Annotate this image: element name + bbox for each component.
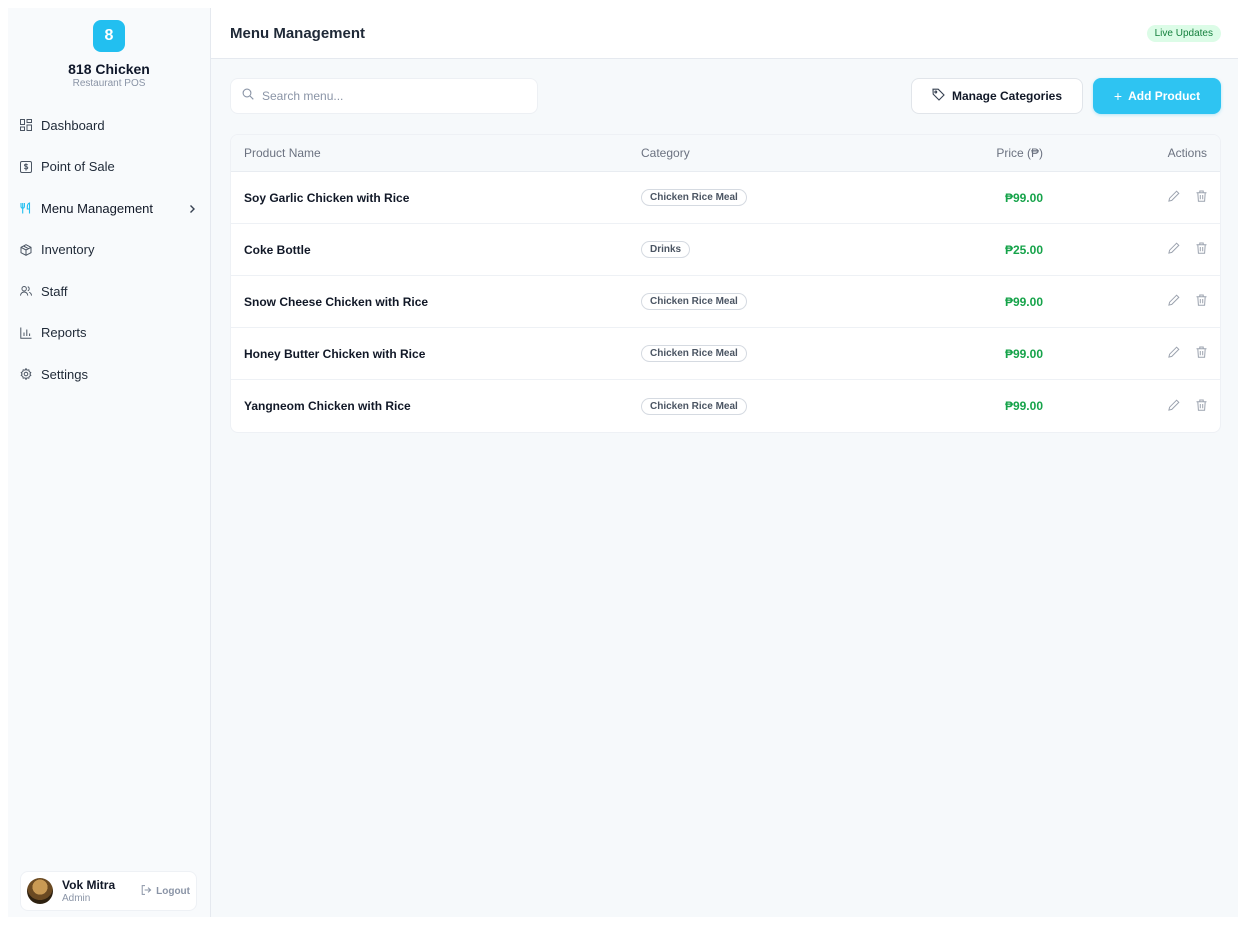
bar-chart-icon	[20, 327, 32, 339]
user-name: Vok Mitra	[62, 878, 116, 892]
sidebar-nav: Dashboard Point of Sale Menu Management	[8, 108, 210, 391]
utensils-icon	[20, 202, 32, 214]
logout-icon	[141, 884, 156, 898]
brand-logo: 8	[93, 20, 125, 52]
sidebar-item-label: Point of Sale	[41, 159, 115, 174]
logout-button[interactable]: Logout	[141, 884, 190, 898]
sidebar-item-label: Menu Management	[41, 200, 154, 216]
sidebar-item-label: Reports	[41, 325, 87, 340]
user-card: Vok Mitra Admin Logout	[20, 871, 197, 911]
manage-categories-label: Manage Categories	[951, 89, 1063, 103]
user-role: Admin	[62, 893, 91, 904]
table-row: Honey Butter Chicken with Rice Chicken R…	[231, 328, 1220, 380]
edit-icon[interactable]	[1168, 242, 1180, 254]
search-box	[230, 78, 538, 114]
product-name: Soy Garlic Chicken with Rice	[244, 190, 410, 205]
sidebar-item-menu-management[interactable]: Menu Management	[20, 191, 198, 225]
product-price: ₱99.00	[1004, 294, 1043, 309]
app-frame: 8 818 Chicken Restaurant POS Dashboard P…	[8, 8, 1238, 917]
sidebar-item-inventory[interactable]: Inventory	[20, 233, 198, 267]
trash-icon[interactable]	[1196, 242, 1207, 254]
avatar	[27, 878, 53, 904]
page-title: Menu Management	[230, 24, 366, 42]
product-name: Honey Butter Chicken with Rice	[244, 346, 426, 361]
table-row: Snow Cheese Chicken with Rice Chicken Ri…	[231, 276, 1220, 328]
products-table: Product Name Category Price (₱) Actions …	[230, 134, 1221, 433]
sidebar-item-label: Inventory	[41, 242, 95, 257]
table-row: Yangneom Chicken with Rice Chicken Rice …	[231, 380, 1220, 432]
trash-icon[interactable]	[1196, 346, 1207, 358]
sidebar-item-label: Dashboard	[41, 117, 105, 133]
product-name: Yangneom Chicken with Rice	[244, 399, 411, 413]
toolbar: Manage Categories + Add Product	[230, 78, 1221, 114]
search-input[interactable]	[262, 89, 502, 103]
sidebar-item-point-of-sale[interactable]: Point of Sale	[20, 150, 198, 184]
category-pill: Chicken Rice Meal	[641, 397, 747, 415]
sidebar-item-settings[interactable]: Settings	[20, 357, 198, 391]
trash-icon[interactable]	[1196, 190, 1207, 202]
plus-icon: +	[1113, 88, 1123, 104]
sidebar: 8 818 Chicken Restaurant POS Dashboard P…	[8, 8, 211, 917]
brand-name: 818 Chicken	[68, 61, 150, 77]
sidebar-item-dashboard[interactable]: Dashboard	[20, 108, 198, 142]
add-product-label: Add Product	[1128, 89, 1201, 103]
product-price: ₱99.00	[1004, 346, 1043, 361]
brand: 8 818 Chicken Restaurant POS	[8, 8, 210, 89]
sidebar-item-label: Staff	[41, 283, 68, 299]
edit-icon[interactable]	[1168, 294, 1180, 306]
grid-icon	[20, 119, 32, 131]
users-icon	[20, 285, 32, 297]
topbar: Menu Management Live Updates	[211, 8, 1238, 59]
box-icon	[20, 243, 32, 256]
chevron-right-icon	[188, 202, 196, 217]
tag-icon	[932, 88, 952, 104]
category-pill: Drinks	[641, 241, 691, 258]
sidebar-item-label: Settings	[41, 366, 88, 382]
add-product-button[interactable]: + Add Product	[1093, 78, 1221, 114]
product-name: Snow Cheese Chicken with Rice	[244, 294, 429, 309]
edit-icon[interactable]	[1168, 398, 1180, 411]
logout-label: Logout	[156, 885, 190, 897]
manage-categories-button[interactable]: Manage Categories	[911, 78, 1083, 114]
sidebar-item-staff[interactable]: Staff	[20, 274, 198, 308]
live-updates-badge: Live Updates	[1146, 24, 1221, 42]
search-icon	[242, 87, 262, 105]
table-row: Coke Bottle Drinks ₱25.00	[231, 224, 1220, 276]
gear-icon	[20, 368, 32, 380]
column-header-actions: Actions	[1167, 146, 1207, 160]
brand-subtitle: Restaurant POS	[72, 78, 146, 89]
edit-icon[interactable]	[1168, 346, 1180, 358]
dollar-icon	[20, 160, 32, 173]
column-header-price: Price (₱)	[996, 146, 1043, 160]
product-price: ₱99.00	[1004, 399, 1043, 413]
edit-icon[interactable]	[1168, 190, 1180, 202]
category-pill: Chicken Rice Meal	[641, 345, 747, 362]
table-header: Product Name Category Price (₱) Actions	[231, 135, 1220, 172]
product-name: Coke Bottle	[244, 242, 311, 257]
main-content: Menu Management Live Updates Manage Cate…	[211, 8, 1238, 917]
sidebar-item-reports[interactable]: Reports	[20, 316, 198, 350]
column-header-category: Category	[641, 146, 690, 160]
trash-icon[interactable]	[1196, 294, 1207, 306]
table-row: Soy Garlic Chicken with Rice Chicken Ric…	[231, 172, 1220, 224]
product-price: ₱25.00	[1004, 242, 1043, 257]
product-price: ₱99.00	[1004, 190, 1043, 205]
column-header-product-name: Product Name	[244, 146, 321, 160]
category-pill: Chicken Rice Meal	[641, 189, 747, 206]
trash-icon[interactable]	[1196, 399, 1207, 411]
category-pill: Chicken Rice Meal	[641, 293, 747, 310]
user-info: Vok Mitra Admin	[62, 878, 115, 904]
